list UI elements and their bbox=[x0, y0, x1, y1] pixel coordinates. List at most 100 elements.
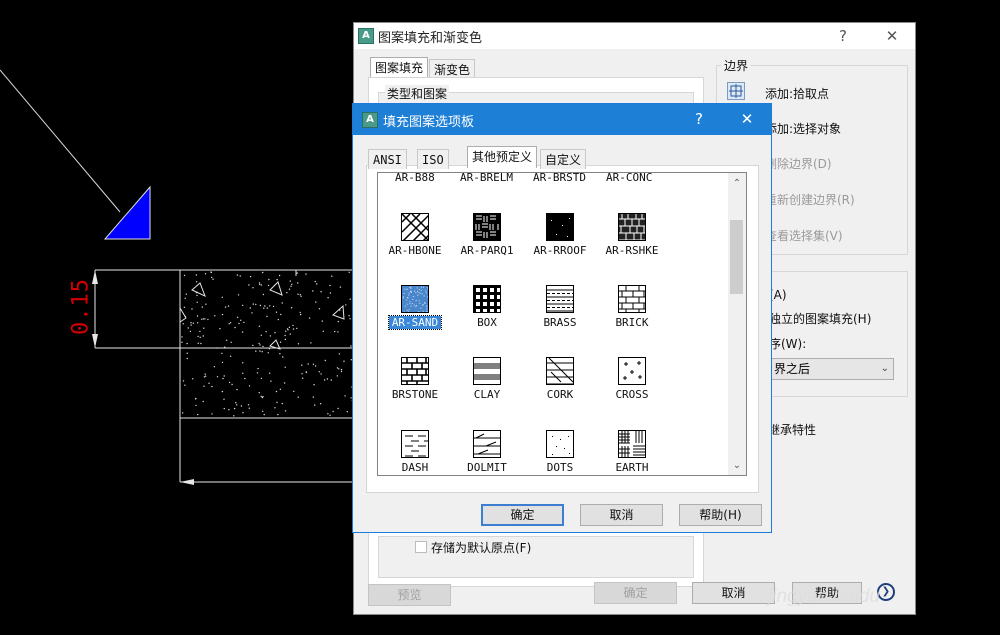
pattern-label-partial: AR-BRELM bbox=[460, 172, 513, 184]
scroll-down-icon[interactable]: ⌄ bbox=[728, 457, 746, 475]
dialog-titlebar: A 填充图案选项板 ? ✕ bbox=[353, 104, 771, 135]
tab-other-predefined[interactable]: 其他预定义 bbox=[467, 146, 538, 168]
store-default-origin-checkbox[interactable] bbox=[415, 541, 427, 553]
pattern-item[interactable]: DOTS bbox=[524, 430, 596, 475]
close-icon[interactable]: ✕ bbox=[881, 26, 903, 46]
scroll-up-icon[interactable]: ⌃ bbox=[728, 175, 746, 193]
dots-pattern-icon bbox=[546, 430, 574, 458]
autocad-app-icon: A bbox=[358, 28, 374, 44]
hatched-region-outline bbox=[179, 269, 361, 419]
blue-triangle-marker bbox=[103, 185, 151, 240]
pattern-label: CORK bbox=[546, 388, 574, 401]
pattern-item[interactable]: DOLMIT bbox=[451, 430, 523, 475]
pattern-label: BOX bbox=[477, 316, 497, 329]
earth-pattern-icon bbox=[618, 430, 646, 458]
pattern-label: CLAY bbox=[473, 388, 501, 401]
pattern-item[interactable]: BRSTONE bbox=[379, 357, 451, 425]
roof-pattern-icon bbox=[546, 213, 574, 241]
draw-order-select[interactable]: 界之后 ⌄ bbox=[769, 358, 894, 380]
pattern-item[interactable]: BRICK bbox=[596, 285, 668, 353]
pattern-label: AR-PARQ1 bbox=[460, 244, 514, 257]
leader-line bbox=[0, 69, 121, 213]
tab-hatch[interactable]: 图案填充 bbox=[370, 57, 429, 77]
pattern-label: AR-HBONE bbox=[388, 244, 442, 257]
pattern-item[interactable]: EARTH bbox=[596, 430, 668, 475]
ok-button[interactable]: 确定 bbox=[481, 504, 564, 526]
pattern-item[interactable]: CORK bbox=[524, 357, 596, 425]
pattern-item[interactable]: DASH bbox=[379, 430, 451, 475]
remove-boundaries-button[interactable]: 删除边界(D) bbox=[765, 155, 832, 172]
pattern-list-scrollbar[interactable]: ⌃ ⌄ bbox=[728, 173, 746, 475]
help-button[interactable]: 帮助(H) bbox=[679, 504, 762, 526]
tab-iso[interactable]: ISO bbox=[417, 149, 449, 169]
draw-order-value: 界之后 bbox=[774, 362, 811, 376]
pattern-item[interactable]: AR-HBONE bbox=[379, 213, 451, 281]
pattern-label: AR-SAND bbox=[388, 315, 442, 330]
watermark: jingyan.baidu bbox=[768, 586, 880, 607]
dolmit-pattern-icon bbox=[473, 430, 501, 458]
add-select-objects-button[interactable]: 添加:选择对象 bbox=[765, 120, 841, 137]
sand-hatch-dots bbox=[181, 271, 354, 417]
preview-button[interactable]: 预览 bbox=[368, 584, 451, 606]
dash-pattern-icon bbox=[401, 430, 429, 458]
view-selections-button[interactable]: 查看选择集(V) bbox=[765, 227, 843, 244]
box-pattern-icon bbox=[473, 285, 501, 313]
sand-triangle bbox=[191, 282, 206, 297]
scrollbar-thumb[interactable] bbox=[730, 220, 743, 294]
chevron-down-icon: ⌄ bbox=[880, 363, 889, 374]
pattern-label: DOTS bbox=[546, 461, 574, 474]
pattern-label: DOLMIT bbox=[467, 461, 507, 474]
pattern-label: AR-RROOF bbox=[533, 244, 587, 257]
pattern-item[interactable]: CLAY bbox=[451, 357, 523, 425]
clay-pattern-icon bbox=[473, 357, 501, 385]
cross-pattern-icon bbox=[618, 357, 646, 385]
help-icon[interactable]: ? bbox=[832, 26, 854, 46]
cancel-button[interactable]: 取消 bbox=[580, 504, 663, 526]
dialog-titlebar: A 图案填充和渐变色 ? ✕ bbox=[354, 23, 915, 49]
pattern-item[interactable]: AR-RROOF bbox=[524, 213, 596, 281]
pattern-label: BRASS bbox=[543, 316, 577, 329]
add-pick-points-button[interactable]: 添加:拾取点 bbox=[765, 85, 829, 102]
sand-pattern-icon bbox=[401, 285, 429, 313]
dimension-arrow bbox=[180, 479, 194, 485]
draw-order-label: 序(W): bbox=[769, 337, 807, 351]
inherit-properties-button[interactable]: 继承特性 bbox=[768, 421, 816, 438]
brick-pattern-icon bbox=[618, 285, 646, 313]
shake-pattern-icon bbox=[618, 213, 646, 241]
pattern-label: EARTH bbox=[615, 461, 649, 474]
store-default-origin-label: 存储为默认原点(F) bbox=[431, 541, 532, 555]
cork-pattern-icon bbox=[546, 357, 574, 385]
pattern-label: CROSS bbox=[615, 388, 649, 401]
origin-group: 存储为默认原点(F) bbox=[378, 536, 694, 578]
pattern-label: BRICK bbox=[615, 316, 649, 329]
dimension-text: 0.15 bbox=[68, 278, 94, 335]
sand-triangle bbox=[179, 306, 187, 323]
autocad-app-icon: A bbox=[362, 112, 378, 128]
pattern-item[interactable]: AR-PARQ1 bbox=[451, 213, 523, 281]
pattern-label: BRSTONE bbox=[391, 388, 439, 401]
recreate-boundary-button[interactable]: 重新创建边界(R) bbox=[765, 191, 855, 208]
pattern-item[interactable]: CROSS bbox=[596, 357, 668, 425]
pattern-label: AR-RSHKE bbox=[605, 244, 659, 257]
dialog-title: 图案填充和渐变色 bbox=[378, 31, 483, 46]
close-icon[interactable]: ✕ bbox=[736, 109, 758, 129]
help-icon[interactable]: ? bbox=[688, 109, 710, 129]
tab-ansi[interactable]: ANSI bbox=[368, 149, 407, 169]
pattern-list[interactable]: AR-B88 AR-BRELM AR-BRSTD AR-CONC AR-HBON… bbox=[377, 172, 747, 476]
pattern-item[interactable]: BOX bbox=[451, 285, 523, 353]
tab-custom[interactable]: 自定义 bbox=[540, 149, 587, 169]
pattern-label-partial: AR-BRSTD bbox=[533, 172, 586, 184]
dialog-title: 填充图案选项板 bbox=[383, 115, 475, 130]
pick-points-icon[interactable] bbox=[727, 82, 745, 100]
pattern-item[interactable]: BRASS bbox=[524, 285, 596, 353]
ok-button[interactable]: 确定 bbox=[594, 582, 677, 604]
pattern-item[interactable]: AR-RSHKE bbox=[596, 213, 668, 281]
type-and-pattern-label: 类型和图案 bbox=[385, 85, 450, 102]
parquet-pattern-icon bbox=[473, 213, 501, 241]
pattern-label-partial: AR-B88 bbox=[395, 172, 435, 184]
boundaries-label: 边界 bbox=[721, 57, 752, 74]
pattern-item[interactable]: AR-SAND bbox=[379, 285, 451, 353]
separate-hatches-option-label: 独立的图案填充(H) bbox=[769, 312, 872, 326]
tab-gradient[interactable]: 渐变色 bbox=[429, 59, 476, 79]
cancel-button[interactable]: 取消 bbox=[692, 582, 775, 604]
